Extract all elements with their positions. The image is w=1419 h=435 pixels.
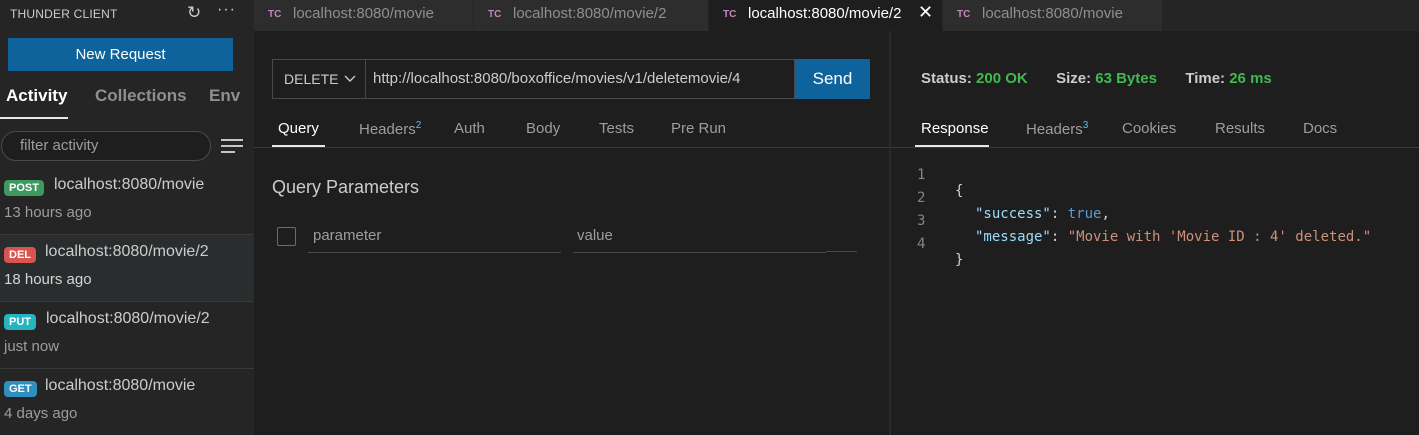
editor-tab-label: localhost:8080/movie: [982, 5, 1123, 22]
thunder-client-icon: TC: [268, 9, 282, 20]
filter-activity-input[interactable]: filter activity: [1, 131, 211, 161]
activity-url: localhost:8080/movie/2: [45, 243, 209, 260]
sidebar: THUNDER CLIENT ↻ ··· New Request Activit…: [0, 0, 254, 435]
method-badge-put: PUT: [4, 314, 36, 330]
headers-count: 3: [1082, 120, 1089, 131]
editor-tab-label: localhost:8080/movie: [293, 5, 434, 22]
code-line: 3 "message": "Movie with 'Movie ID : 4' …: [917, 213, 1372, 245]
activity-time: 18 hours ago: [4, 271, 92, 288]
thunder-client-icon: TC: [957, 9, 971, 20]
param-checkbox[interactable]: [277, 227, 296, 246]
chevron-down-icon: [343, 60, 357, 113]
tab-query[interactable]: Query: [278, 120, 319, 137]
code-line: 2 "success": true,: [917, 190, 1110, 222]
json-value: true: [1067, 206, 1102, 222]
activity-item[interactable]: GET localhost:8080/movie 4 days ago: [0, 369, 254, 435]
refresh-icon[interactable]: ↻: [187, 3, 201, 23]
method-badge-get: GET: [4, 381, 37, 397]
editor-tab-label: localhost:8080/movie/2: [513, 5, 667, 22]
tab-env[interactable]: Env: [209, 86, 240, 106]
tab-response-headers[interactable]: Headers3: [1026, 120, 1088, 138]
value-input[interactable]: value: [573, 222, 826, 253]
editor-tab[interactable]: TC localhost:8080/movie/2: [474, 0, 708, 31]
activity-url: localhost:8080/movie: [45, 377, 196, 394]
more-icon[interactable]: ···: [217, 1, 236, 19]
activity-item-selected[interactable]: DEL localhost:8080/movie/2 18 hours ago: [0, 235, 254, 302]
thunder-client-icon: TC: [723, 9, 737, 20]
request-tabs: Query Headers2 Auth Body Tests Pre Run: [254, 117, 889, 148]
status-value: 200 OK: [976, 70, 1028, 87]
code-line: 1 {: [891, 151, 963, 199]
json-key: "message": [975, 229, 1051, 245]
editor-tab[interactable]: TC localhost:8080/movie: [943, 0, 1162, 31]
filter-menu-icon[interactable]: [221, 139, 243, 153]
activity-time: 4 days ago: [4, 405, 78, 422]
json-key: "success": [975, 206, 1051, 222]
tab-results[interactable]: Results: [1215, 120, 1265, 137]
activity-url: localhost:8080/movie/2: [46, 310, 210, 327]
json-value: "Movie with 'Movie ID : 4' deleted.": [1067, 229, 1372, 245]
time-value: 26 ms: [1229, 70, 1272, 87]
active-tab-underline: [915, 145, 989, 147]
editor-tab-active[interactable]: TC localhost:8080/movie/2 ✕: [709, 0, 942, 31]
activity-time: just now: [4, 338, 60, 355]
headers-count: 2: [415, 120, 422, 131]
tab-body[interactable]: Body: [526, 120, 560, 137]
method-value: DELETE: [284, 71, 339, 87]
editor-tab-bar: TC localhost:8080/movie TC localhost:808…: [254, 0, 1419, 31]
activity-url: localhost:8080/movie: [54, 176, 205, 193]
close-icon[interactable]: ✕: [918, 2, 933, 23]
method-badge-del: DEL: [4, 247, 36, 263]
size-value: 63 Bytes: [1095, 70, 1157, 87]
url-input[interactable]: http://localhost:8080/boxoffice/movies/v…: [366, 59, 795, 99]
tab-response[interactable]: Response: [921, 120, 989, 137]
method-select[interactable]: DELETE: [272, 59, 366, 99]
tab-collections[interactable]: Collections: [95, 86, 187, 106]
line-number: 4: [917, 236, 926, 252]
activity-time: 13 hours ago: [4, 204, 92, 221]
tab-headers[interactable]: Headers2: [359, 120, 421, 138]
sidebar-title: THUNDER CLIENT: [10, 7, 118, 21]
thunder-client-icon: TC: [488, 9, 502, 20]
sidebar-tabs: Activity Collections Env: [0, 84, 254, 119]
response-status-line: Status: 200 OK Size: 63 Bytes Time: 26 m…: [921, 70, 1272, 87]
tab-docs[interactable]: Docs: [1303, 120, 1337, 137]
method-badge-post: POST: [4, 180, 44, 196]
divider: [826, 251, 857, 252]
query-parameters-title: Query Parameters: [272, 177, 420, 197]
response-tabs: Response Headers3 Cookies Results Docs: [891, 117, 1419, 148]
code-text: {: [955, 183, 964, 199]
time-label: Time:: [1185, 70, 1226, 87]
active-tab-underline: [0, 117, 68, 119]
tab-activity[interactable]: Activity: [6, 86, 67, 106]
status-label: Status:: [921, 70, 972, 87]
new-request-button[interactable]: New Request: [8, 38, 233, 71]
code-text: }: [955, 252, 964, 268]
activity-item[interactable]: POST localhost:8080/movie 13 hours ago: [0, 168, 254, 235]
tab-pre-run[interactable]: Pre Run: [671, 120, 726, 137]
editor-tab[interactable]: TC localhost:8080/movie: [254, 0, 473, 31]
parameter-input[interactable]: parameter: [308, 222, 561, 253]
size-label: Size:: [1056, 70, 1092, 87]
activity-item[interactable]: PUT localhost:8080/movie/2 just now: [0, 302, 254, 369]
editor-tab-label: localhost:8080/movie/2: [748, 5, 902, 22]
send-button[interactable]: Send: [795, 59, 870, 99]
code-line: 4 }: [891, 220, 963, 268]
tab-cookies[interactable]: Cookies: [1122, 120, 1176, 137]
tab-auth[interactable]: Auth: [454, 120, 485, 137]
tab-tests[interactable]: Tests: [599, 120, 634, 137]
active-tab-underline: [272, 145, 325, 147]
